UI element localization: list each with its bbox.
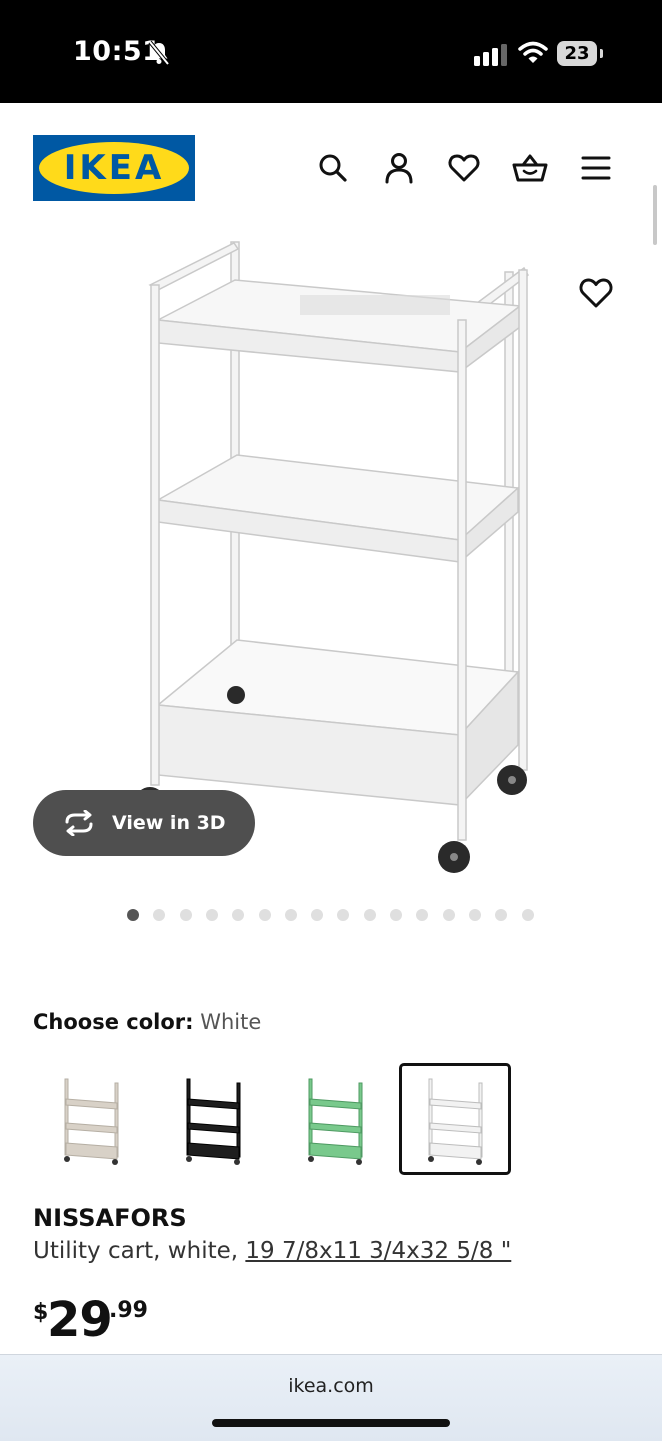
carousel-dot[interactable] bbox=[363, 909, 376, 921]
home-indicator[interactable] bbox=[212, 1419, 450, 1427]
ikea-logo[interactable]: IKEA ® bbox=[33, 135, 195, 201]
basket-icon[interactable] bbox=[512, 151, 548, 185]
carousel-dot[interactable] bbox=[179, 909, 192, 921]
product-type: Utility cart, white, bbox=[33, 1238, 246, 1264]
product-description: Utility cart, white, 19 7/8x11 3/4x32 5/… bbox=[33, 1238, 511, 1264]
carousel-dot[interactable] bbox=[337, 909, 350, 921]
swatch-cart-green bbox=[308, 1078, 363, 1165]
account-icon[interactable] bbox=[382, 151, 416, 185]
carousel-dot[interactable] bbox=[416, 909, 429, 921]
carousel-dot[interactable] bbox=[442, 909, 455, 921]
carousel-dot[interactable] bbox=[153, 909, 166, 921]
site-header: IKEA ® bbox=[0, 103, 662, 233]
carousel-dot[interactable] bbox=[390, 909, 402, 921]
selected-color: White bbox=[200, 1010, 262, 1034]
carousel-dot[interactable] bbox=[284, 909, 297, 921]
logo-text: IKEA bbox=[63, 148, 165, 188]
carousel-dot[interactable] bbox=[468, 909, 481, 921]
favorite-icon[interactable] bbox=[578, 275, 614, 311]
choose-color-label: Choose color: bbox=[33, 1010, 194, 1034]
status-bar: 10:51 23 bbox=[0, 0, 662, 103]
carousel-dot[interactable] bbox=[205, 909, 218, 921]
price-decimal: .99 bbox=[109, 1298, 148, 1323]
carousel-dot[interactable] bbox=[258, 909, 271, 921]
url-text[interactable]: ikea.com bbox=[0, 1375, 662, 1397]
swatch-cart-beige bbox=[64, 1078, 119, 1165]
registered-mark: ® bbox=[181, 152, 187, 159]
swatch-cart-white bbox=[428, 1078, 483, 1165]
battery-icon: 23 bbox=[557, 41, 597, 66]
color-option-white[interactable] bbox=[399, 1063, 511, 1175]
carousel-dot[interactable] bbox=[232, 909, 245, 921]
heart-icon[interactable] bbox=[447, 151, 481, 185]
product-image[interactable] bbox=[0, 233, 662, 883]
bell-slash-icon bbox=[147, 40, 171, 71]
product-name: NISSAFORS bbox=[33, 1204, 187, 1232]
carousel-dot[interactable] bbox=[521, 909, 534, 921]
product-dimensions-link[interactable]: 19 7/8x11 3/4x32 5/8 " bbox=[245, 1238, 511, 1264]
search-icon[interactable] bbox=[316, 151, 350, 185]
view-in-3d-button[interactable]: View in 3D bbox=[33, 790, 255, 856]
menu-icon[interactable] bbox=[580, 151, 614, 185]
carousel-dot[interactable] bbox=[495, 909, 508, 921]
color-option-beige[interactable] bbox=[35, 1063, 147, 1175]
carousel-dot[interactable] bbox=[127, 909, 139, 921]
cellular-signal-icon bbox=[474, 44, 508, 71]
browser-address-bar[interactable]: ikea.com bbox=[0, 1354, 662, 1441]
view-in-3d-label: View in 3D bbox=[112, 812, 226, 834]
rotate-3d-icon bbox=[61, 809, 97, 841]
price-integer: 29 bbox=[47, 1292, 113, 1348]
swatch-cart-black bbox=[186, 1078, 241, 1165]
battery-tip bbox=[600, 49, 603, 58]
color-chooser-label: Choose color: White bbox=[33, 1010, 261, 1034]
color-option-black[interactable] bbox=[157, 1063, 269, 1175]
carousel-dot[interactable] bbox=[311, 909, 324, 921]
wifi-icon bbox=[518, 41, 548, 70]
color-option-green[interactable] bbox=[279, 1063, 391, 1175]
